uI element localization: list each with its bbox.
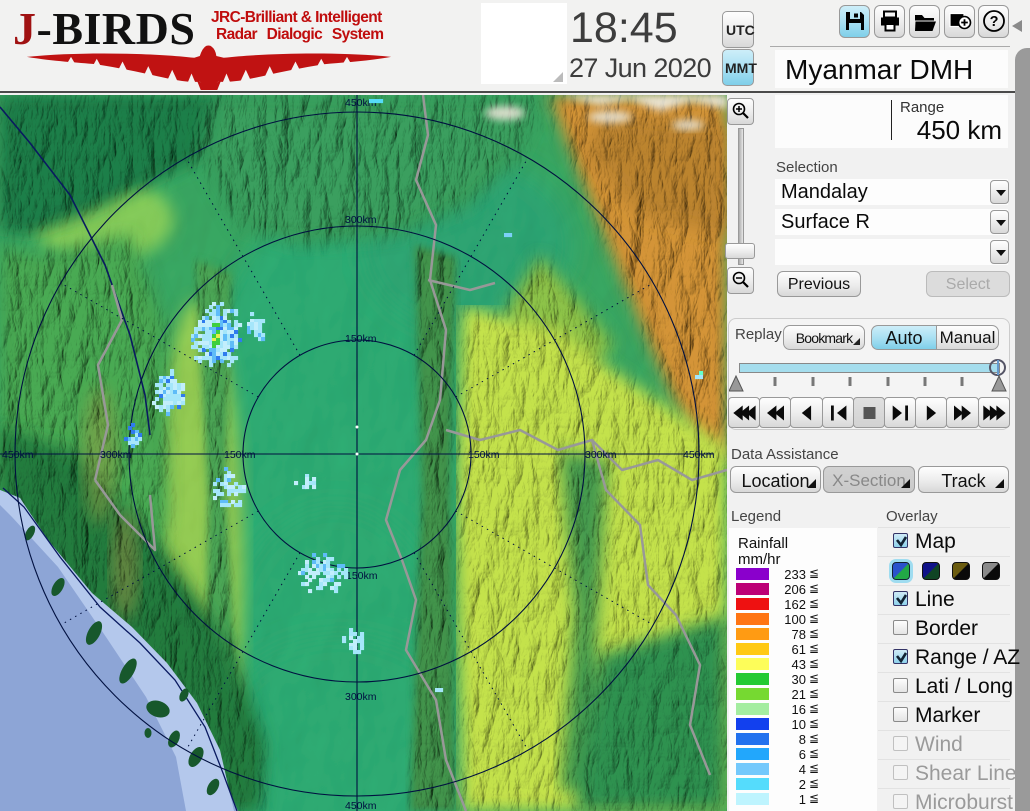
svg-text:450km: 450km xyxy=(683,449,715,461)
svg-text:150km: 150km xyxy=(345,333,377,345)
svg-text:450km: 450km xyxy=(2,449,34,461)
svg-text:300km: 300km xyxy=(585,449,617,461)
svg-text:300km: 300km xyxy=(345,214,377,226)
svg-text:?: ? xyxy=(990,14,999,30)
svg-text:150km: 150km xyxy=(468,449,500,461)
svg-text:300km: 300km xyxy=(345,691,377,703)
svg-text:150km: 150km xyxy=(346,570,378,582)
svg-text:450km: 450km xyxy=(345,800,377,811)
svg-text:300km: 300km xyxy=(100,449,132,461)
svg-text:150km: 150km xyxy=(224,449,256,461)
